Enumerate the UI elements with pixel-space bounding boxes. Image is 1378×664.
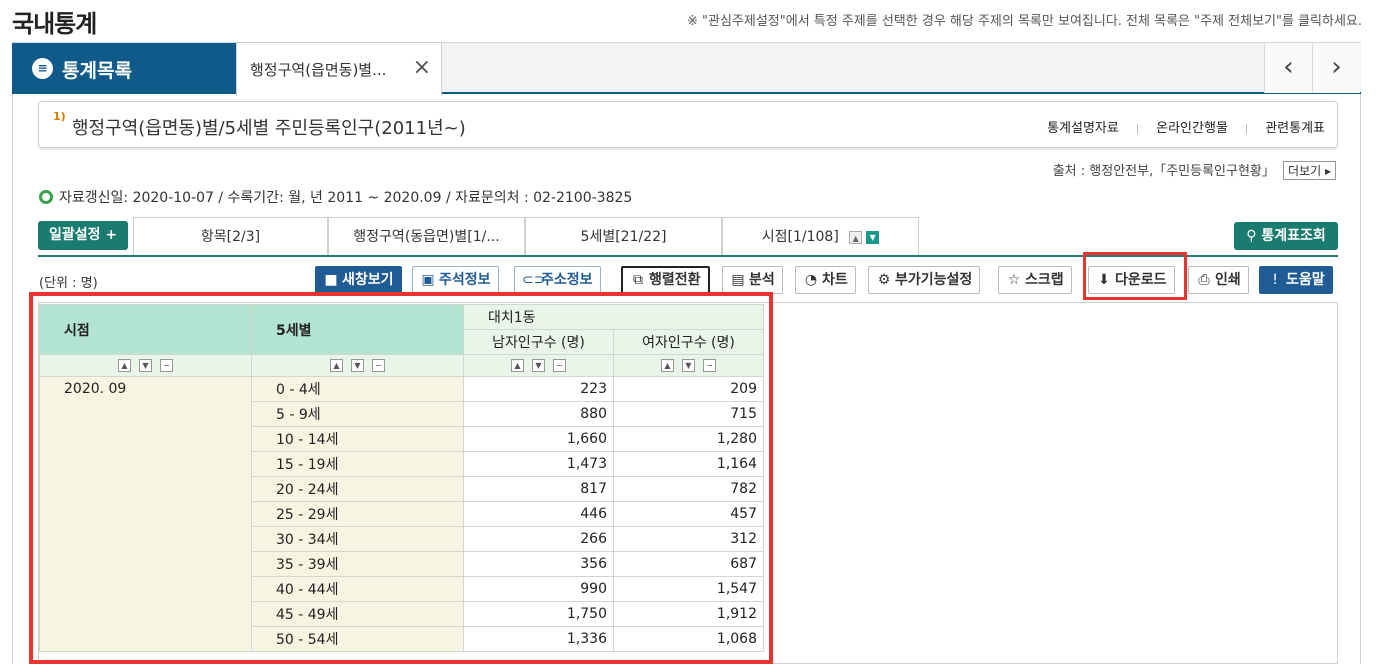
filter-tab-period[interactable]: 시점[1/108] ▲ ▼ [722,217,919,255]
link-related-tables[interactable]: 관련통계표 [1265,121,1325,136]
unit-label: (단위 : 명) [39,276,98,291]
extra-settings-label: 부가기능설정 [895,272,973,288]
address-info-label: 주소정보 [541,272,593,288]
source-text: 출처 : 행정안전부,「주민등록인구현황」 [1052,164,1275,179]
search-icon: ⚲ [1246,228,1257,244]
tab-current-table-label: 행정구역(읍면동)별... [250,61,387,79]
bulk-setting-button[interactable]: 일괄설정 + [38,221,128,250]
transpose-button[interactable]: ⧉ 행렬전환 [621,266,710,294]
title-footnote-marker[interactable]: 1) [53,110,66,123]
transpose-icon: ⧉ [633,272,643,288]
filter-tab-region-label: 행정구역(동읍면)별[1/... [353,229,500,245]
content-area: 1) 행정구역(읍면동)별/5세별 주민등록인구(2011년~) 통계설명자료 … [12,94,1361,664]
update-info: 자료갱신일: 2020-10-07 / 수록기간: 월, 년 2011 ~ 20… [39,187,632,207]
transpose-label: 행렬전환 [649,272,701,288]
page: 국내통계 ※ "관심주제설정"에서 특정 주제를 선택한 경우 해당 주제의 목… [0,0,1378,664]
highlight-download [1083,252,1187,300]
close-icon[interactable]: × [413,55,431,80]
print-label: 인쇄 [1215,272,1241,288]
chart-label: 차트 [822,272,848,288]
help-button[interactable]: ! 도움말 [1259,266,1333,294]
arrow-up-icon[interactable]: ▲ [849,230,863,244]
filter-tab-items-label: 항목[2/3] [200,229,261,245]
analysis-label: 분석 [749,272,775,288]
page-title: 국내통계 [12,10,97,38]
tab-bar: ≡ 통계목록 행정구역(읍면동)별... × ‹ › [12,42,1361,96]
table-title: 행정구역(읍면동)별/5세별 주민등록인구(2011년~) [72,118,466,139]
info-bullet-icon [39,190,53,204]
analysis-icon: ▤ [731,272,745,288]
link-icon: ⊂⊃ [522,272,546,288]
new-window-button[interactable]: ■ 새창보기 [315,266,402,294]
filter-tab-age-label: 5세별[21/22] [580,229,667,245]
chevron-right-icon[interactable]: › [1312,43,1360,93]
help-icon: ! [1272,272,1278,288]
table-query-label: 통계표조회 [1261,228,1326,244]
table-query-button[interactable]: ⚲ 통계표조회 [1234,222,1338,250]
scrap-label: 스크랩 [1025,272,1064,288]
list-icon: ≡ [32,58,53,79]
divider [1246,123,1248,134]
help-label: 도움말 [1286,272,1325,288]
divider [1137,123,1138,134]
filter-tab-items[interactable]: 항목[2/3] [133,217,328,255]
gear-icon: ⚙ [877,272,891,288]
annotation-icon: ▣ [421,272,435,288]
print-button[interactable]: ⎙ 인쇄 [1188,266,1249,294]
extra-settings-button[interactable]: ⚙ 부가기능설정 [868,266,981,294]
tab-stat-list-label: 통계목록 [62,60,132,82]
address-info-button[interactable]: ⊂⊃주소정보 [514,266,601,294]
notice-text: ※ "관심주제설정"에서 특정 주제를 선택한 경우 해당 주제의 목록만 보여… [686,14,1362,29]
new-window-icon: ■ [324,272,338,288]
filter-row: 일괄설정 + 항목[2/3] 행정구역(동읍면)별[1/... 5세별[21/2… [38,217,1338,257]
annotation-info-button[interactable]: ▣ 주석정보 [412,266,499,294]
chart-button[interactable]: ◔ 차트 [795,266,856,294]
chevron-left-icon[interactable]: ‹ [1264,43,1312,93]
chart-icon: ◔ [804,272,818,288]
new-window-label: 새창보기 [342,272,394,288]
highlight-table [29,292,773,664]
scrap-button[interactable]: ☆ 스크랩 [998,266,1072,294]
star-icon: ☆ [1007,272,1021,288]
tab-stat-list[interactable]: ≡ 통계목록 [12,43,236,93]
arrow-down-icon[interactable]: ▼ [866,230,880,244]
update-info-text: 자료갱신일: 2020-10-07 / 수록기간: 월, 년 2011 ~ 20… [59,190,633,206]
table-title-box: 1) 행정구역(읍면동)별/5세별 주민등록인구(2011년~) 통계설명자료 … [38,101,1338,148]
analysis-button[interactable]: ▤ 분석 [722,266,783,294]
tab-current-table[interactable]: 행정구역(읍면동)별... × [236,42,442,96]
filter-tab-age[interactable]: 5세별[21/22] [525,217,722,255]
more-button[interactable]: 더보기 ▸ [1283,161,1336,180]
annotation-info-label: 주석정보 [439,272,491,288]
filter-tab-region[interactable]: 행정구역(동읍면)별[1/... [328,217,525,255]
print-icon: ⎙ [1198,272,1210,288]
link-online-publication[interactable]: 온라인간행물 [1156,121,1228,136]
source-line: 출처 : 행정안전부,「주민등록인구현황」 더보기 ▸ [1053,160,1336,180]
title-links: 통계설명자료 온라인간행물 관련통계표 [1033,117,1325,136]
filter-tab-period-label: 시점[1/108] [761,229,839,245]
link-stat-description[interactable]: 통계설명자료 [1047,121,1119,136]
